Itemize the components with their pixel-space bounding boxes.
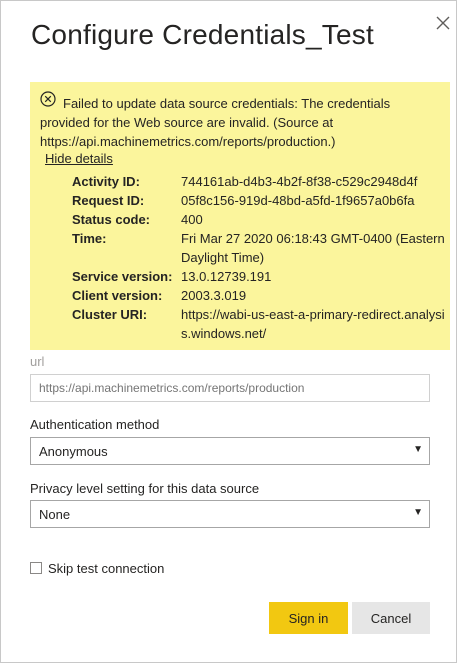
- detail-value: 13.0.12739.191: [181, 269, 272, 284]
- detail-label: Client version:: [72, 288, 163, 303]
- detail-value: 05f8c156-919d-48bd-a5fd-1f9657a0b6fa: [181, 193, 415, 208]
- skip-test-connection-checkbox[interactable]: [30, 562, 42, 574]
- privacy-level-label: Privacy level setting for this data sour…: [30, 481, 260, 496]
- configure-credentials-dialog: Configure Credentials_Test Failed to upd…: [0, 0, 457, 663]
- chevron-down-icon: ▼: [413, 444, 423, 455]
- detail-label: Cluster URI:: [72, 307, 148, 322]
- detail-label: Activity ID:: [72, 174, 140, 189]
- hide-details-link[interactable]: Hide details: [45, 151, 113, 166]
- detail-value: Fri Mar 27 2020 06:18:43 GMT-0400 (Easte…: [181, 231, 445, 265]
- detail-label: Status code:: [72, 212, 151, 227]
- detail-value: https://wabi-us-east-a-primary-redirect.…: [181, 307, 445, 341]
- chevron-down-icon: ▼: [413, 507, 423, 518]
- dialog-title: Configure Credentials_Test: [31, 19, 374, 50]
- auth-method-select[interactable]: Anonymous ▼: [30, 437, 430, 465]
- detail-value: 2003.3.019: [181, 288, 247, 303]
- sign-in-button[interactable]: Sign in: [269, 602, 348, 634]
- close-icon[interactable]: [433, 13, 453, 33]
- privacy-level-value: None: [39, 507, 71, 522]
- detail-label: Request ID:: [72, 193, 145, 208]
- cancel-button[interactable]: Cancel: [352, 602, 430, 634]
- skip-test-connection-label: Skip test connection: [48, 560, 165, 576]
- auth-method-label: Authentication method: [30, 417, 160, 432]
- detail-label: Service version:: [72, 269, 173, 284]
- url-label: url: [30, 354, 45, 369]
- detail-label: Time:: [72, 231, 107, 246]
- skip-test-connection-row[interactable]: Skip test connection: [30, 560, 164, 576]
- detail-value: 400: [181, 212, 203, 227]
- url-input[interactable]: [30, 374, 430, 402]
- privacy-level-select[interactable]: None ▼: [30, 500, 430, 528]
- detail-value: 744161ab-d4b3-4b2f-8f38-c529c2948d4f: [181, 174, 418, 189]
- auth-method-value: Anonymous: [39, 444, 108, 459]
- error-alert: Failed to update data source credentials…: [30, 82, 450, 350]
- error-message: Failed to update data source credentials…: [40, 96, 391, 149]
